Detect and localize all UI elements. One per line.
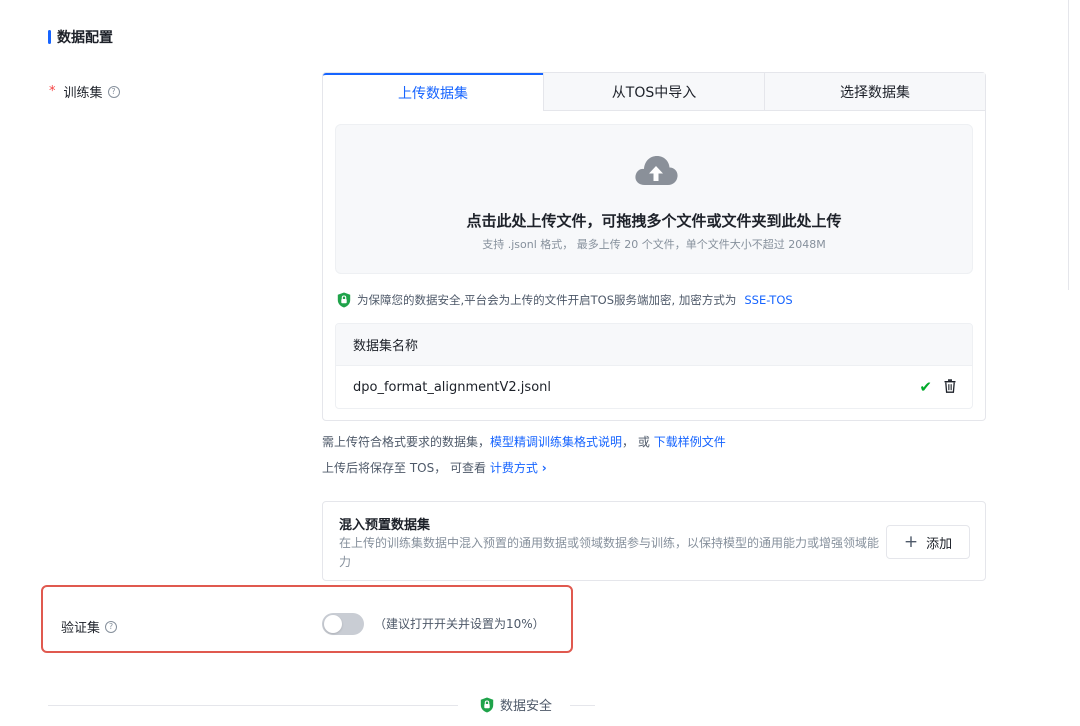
validation-set-toggle[interactable] bbox=[322, 613, 364, 635]
required-mark: * bbox=[49, 84, 56, 99]
dataset-file-name: dpo_format_alignmentV2.jsonl bbox=[353, 379, 551, 395]
dropzone-subtitle: 支持 .jsonl 格式， 最多上传 20 个文件，单个文件大小不超过 2048… bbox=[482, 238, 826, 251]
section-accent-bar bbox=[48, 30, 51, 44]
download-sample-link[interactable]: 下载样例文件 bbox=[654, 435, 726, 449]
help-icon[interactable]: ? bbox=[105, 620, 118, 633]
billing-link-text: 计费方式 bbox=[489, 461, 538, 475]
mix-preset-description: 在上传的训练集数据中混入预置的通用数据或领域数据参与训练，以保持模型的通用能力或… bbox=[339, 536, 880, 569]
validation-set-label: 验证集 ? bbox=[61, 617, 118, 636]
tab-select-dataset[interactable]: 选择数据集 bbox=[764, 73, 985, 111]
cloud-upload-icon bbox=[633, 152, 679, 188]
format-doc-link[interactable]: 模型精调训练集格式说明 bbox=[490, 435, 622, 449]
data-security-title-text: 数据安全 bbox=[500, 699, 553, 714]
divider-right bbox=[570, 705, 595, 706]
tab-import-from-tos[interactable]: 从TOS中导入 bbox=[543, 73, 764, 111]
scroll-edge bbox=[1068, 0, 1069, 290]
format-hint-middle: ， 或 bbox=[622, 435, 650, 449]
training-set-label: * 训练集 ? bbox=[49, 82, 120, 101]
section-title: 数据配置 bbox=[57, 30, 113, 46]
trash-icon[interactable] bbox=[944, 379, 956, 393]
training-set-label-text: 训练集 bbox=[63, 86, 103, 101]
upload-tabs: 上传数据集 从TOS中导入 选择数据集 bbox=[323, 73, 985, 111]
format-hint: 需上传符合格式要求的数据集，模型精调训练集格式说明， 或 下载样例文件 bbox=[322, 433, 726, 450]
toggle-knob bbox=[324, 615, 342, 633]
table-row: dpo_format_alignmentV2.jsonl ✔ bbox=[336, 366, 972, 408]
shield-icon bbox=[337, 292, 351, 308]
mix-preset-title: 混入预置数据集 bbox=[339, 518, 431, 533]
plus-icon: + bbox=[903, 532, 919, 552]
chevron-right-icon: › bbox=[541, 461, 547, 475]
dropzone-title: 点击此处上传文件，可拖拽多个文件或文件夹到此处上传 bbox=[466, 212, 842, 230]
table-header: 数据集名称 bbox=[336, 324, 972, 366]
help-icon[interactable]: ? bbox=[107, 85, 120, 98]
validation-set-label-text: 验证集 bbox=[61, 621, 101, 636]
format-hint-prefix: 需上传符合格式要求的数据集， bbox=[322, 435, 491, 449]
tab-upload-dataset[interactable]: 上传数据集 bbox=[323, 73, 543, 111]
check-icon: ✔ bbox=[919, 378, 932, 396]
data-security-section-title: 数据安全 bbox=[480, 695, 552, 714]
upload-dropzone[interactable]: 点击此处上传文件，可拖拽多个文件或文件夹到此处上传 支持 .jsonl 格式， … bbox=[335, 124, 973, 274]
upload-card: 上传数据集 从TOS中导入 选择数据集 点击此处上传文件，可拖拽多个文件或文件夹… bbox=[322, 72, 986, 421]
dataset-table: 数据集名称 dpo_format_alignmentV2.jsonl ✔ bbox=[335, 323, 973, 409]
security-note: 为保障您的数据安全,平台会为上传的文件开启TOS服务端加密, 加密方式为 SSE… bbox=[337, 292, 793, 308]
shield-icon bbox=[480, 697, 494, 713]
validation-toggle-hint: （建议打开开关并设置为10%） bbox=[374, 617, 545, 631]
encryption-method-link[interactable]: SSE-TOS bbox=[744, 293, 792, 307]
security-note-text: 为保障您的数据安全,平台会为上传的文件开启TOS服务端加密, 加密方式为 bbox=[357, 293, 737, 307]
billing-link[interactable]: 计费方式 › bbox=[490, 461, 547, 475]
storage-hint-prefix: 上传后将保存至 TOS， 可查看 bbox=[322, 461, 487, 475]
divider-left bbox=[48, 705, 458, 706]
add-preset-button[interactable]: + 添加 bbox=[886, 525, 970, 559]
mix-preset-card: 混入预置数据集 在上传的训练集数据中混入预置的通用数据或领域数据参与训练，以保持… bbox=[322, 501, 986, 581]
storage-hint: 上传后将保存至 TOS， 可查看 计费方式 › bbox=[322, 459, 547, 476]
add-button-label: 添加 bbox=[926, 536, 953, 552]
